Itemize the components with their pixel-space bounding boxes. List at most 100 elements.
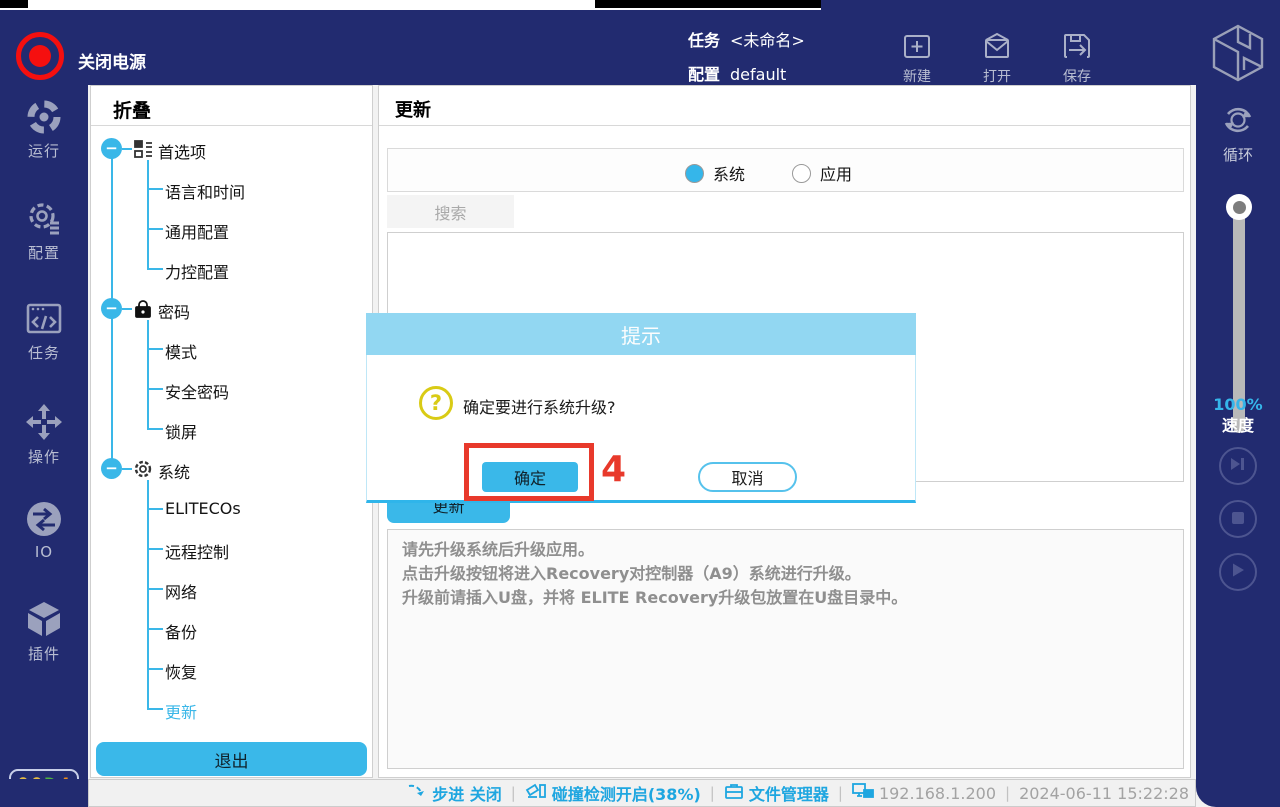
tree-item-mode[interactable]: 模式 [165,339,197,363]
status-bar: 步进 关闭 | 碰撞检测开启(38%) | 文件管理器 | 192.168.1.… [88,779,1196,807]
search-button[interactable]: 搜索 [387,195,514,228]
tree-stub [147,548,163,550]
question-icon: ? [419,386,453,420]
tree-stub [122,308,132,310]
tree-item-safety-password[interactable]: 安全密码 [165,379,229,403]
annotation-number: 4 [601,449,626,490]
radio-application[interactable]: 应用 [792,161,852,185]
tree-collapse-toggle[interactable]: − [101,458,122,479]
network-status: 192.168.1.200 [852,782,996,804]
sidebar-item-plugin[interactable]: 插件 [0,600,88,664]
tree-collapse-header[interactable]: 折叠 [113,96,151,123]
config-label: 配置 [688,65,720,84]
sidebar-bottom-extension [0,779,88,807]
run-icon [0,99,88,135]
tree-item-force-config[interactable]: 力控配置 [165,259,229,283]
code-window-icon [0,301,88,337]
tree-stub [147,388,163,390]
cancel-button[interactable]: 取消 [698,462,797,492]
divider [91,125,372,126]
top-strip-navy-right [821,0,1280,10]
sidebar-item-label: 插件 [0,643,88,664]
sidebar-item-run[interactable]: 运行 [0,99,88,161]
stop-button[interactable] [1219,500,1257,538]
tree-branch-line [147,160,149,270]
tree-stub [147,188,163,190]
save-button[interactable]: 保存 [1045,30,1109,86]
separator: | [511,784,516,802]
tree-branch-line [147,480,149,710]
instruction-line: 升级前请插入U盘，并将 ELITE Recovery升级包放置在U盘目录中。 [402,586,1169,610]
tree-item-general-config[interactable]: 通用配置 [165,219,229,243]
page-title: 更新 [395,96,431,122]
confirm-button[interactable]: 确定 [482,462,578,492]
power-label: 关闭电源 [78,48,146,73]
left-sidebar: 运行 配置 任务 操作 [0,85,88,807]
sidebar-item-io[interactable]: IO [0,500,88,561]
step-forward-icon [1229,456,1247,476]
system-gear-icon [133,459,153,479]
tree-collapse-toggle[interactable]: − [101,298,122,319]
sidebar-item-operate[interactable]: 操作 [0,403,88,467]
datetime: 2024-06-11 15:22:28 [1019,784,1189,803]
speed-slider-knob[interactable] [1226,194,1252,220]
config-value: default [730,65,786,84]
radio-unselected-icon [792,164,811,183]
tree-item-restore[interactable]: 恢复 [165,659,197,683]
radio-application-label: 应用 [820,161,852,185]
power-button[interactable] [16,32,64,80]
radio-selected-icon [685,164,704,183]
tree-node-system[interactable]: 系统 [158,459,190,483]
loop-icon [1196,100,1280,140]
slider-knob-dot [1233,201,1246,214]
tree-stub [147,348,163,350]
tree-node-password[interactable]: 密码 [158,299,190,323]
tree-item-network[interactable]: 网络 [165,579,197,603]
open-button-label: 打开 [965,66,1029,86]
right-sidebar: 循环 100% 速度 [1196,85,1280,807]
task-row: 任务<未命名> [688,27,805,51]
separator: | [838,784,843,802]
open-button[interactable]: 打开 [965,30,1029,86]
tree-node-preferences[interactable]: 首选项 [158,139,206,163]
step-forward-button[interactable] [1219,447,1257,485]
tree-item-language-time[interactable]: 语言和时间 [165,179,245,203]
elite-logo-icon [1206,22,1270,88]
tree-stub [147,428,163,430]
separator: | [710,784,715,802]
loop-mode-button[interactable]: 循环 [1196,100,1280,165]
sidebar-item-label: 任务 [0,342,88,363]
collision-text: 碰撞检测开启(38%) [552,781,701,805]
top-strip-black-center [595,0,821,8]
tree-stub [147,708,163,710]
radio-system[interactable]: 系统 [685,161,745,185]
preferences-icon [133,139,153,159]
tree-item-elitecos[interactable]: ELITECOs [165,499,241,518]
sidebar-item-config[interactable]: 配置 [0,199,88,263]
play-button[interactable] [1219,553,1257,591]
collision-detection-status[interactable]: 碰撞检测开启(38%) [525,781,701,805]
sidebar-item-label: 运行 [0,140,88,161]
sidebar-item-task[interactable]: 任务 [0,301,88,363]
save-button-label: 保存 [1045,66,1109,86]
tree-stub [122,468,132,470]
exit-button[interactable]: 退出 [96,742,367,776]
tree-item-remote-control[interactable]: 远程控制 [165,539,229,563]
sidebar-item-label: IO [0,543,88,561]
tree-collapse-toggle[interactable]: − [101,138,122,159]
tree-item-update[interactable]: 更新 [165,699,197,723]
new-button[interactable]: 新建 [885,30,949,86]
new-file-icon [885,30,949,62]
file-manager-icon [724,782,744,804]
step-mode-status[interactable]: 步进 关闭 [407,781,502,805]
gear-icon [0,199,88,237]
open-folder-icon [965,30,1029,62]
header-bar: 关闭电源 任务<未命名> 配置 default 新建 打开 保存 [0,10,1280,85]
cube-icon [0,600,88,638]
step-mode-text: 步进 关闭 [432,781,502,805]
file-manager-button[interactable]: 文件管理器 [724,781,829,805]
stop-icon [1231,510,1245,529]
tree-item-backup[interactable]: 备份 [165,619,197,643]
confirm-dialog: 提示 ? 确定要进行系统升级? 确定 取消 [366,313,916,503]
tree-item-lock-screen[interactable]: 锁屏 [165,419,197,443]
